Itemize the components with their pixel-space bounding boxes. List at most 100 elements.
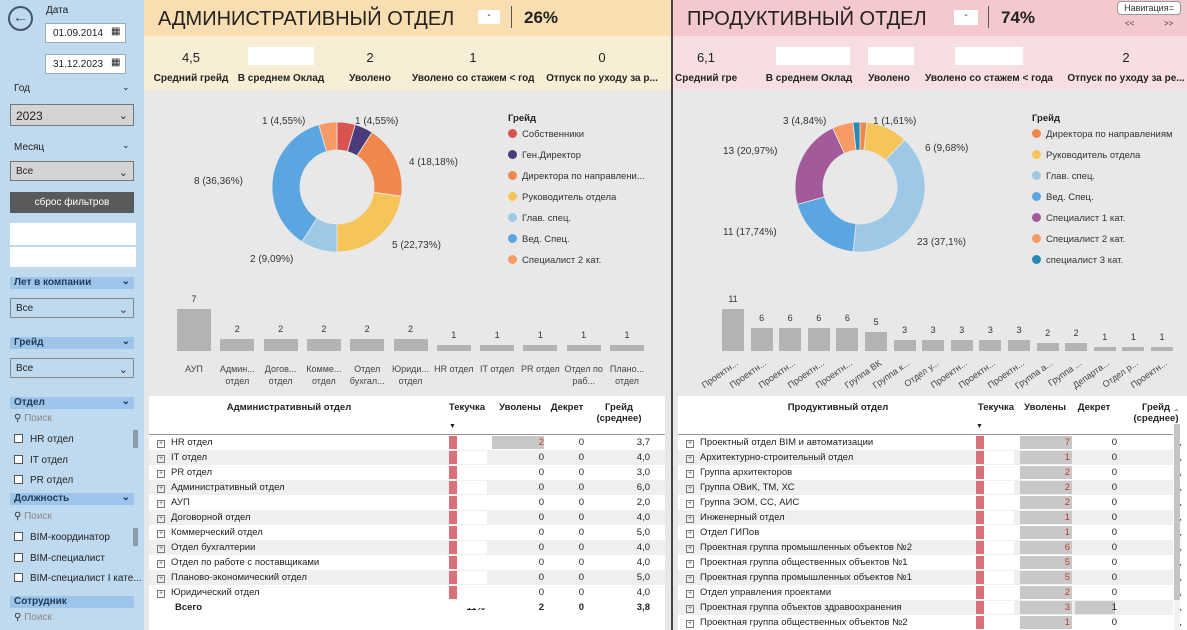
expand-plus-icon[interactable]: + bbox=[686, 500, 694, 508]
scrollbar[interactable] bbox=[133, 430, 138, 448]
table-row[interactable]: + Отдел бухгалтерии 0 0 4,0 bbox=[149, 540, 665, 555]
sort-desc-icon[interactable]: ▼ bbox=[976, 423, 983, 430]
scrollbar[interactable] bbox=[133, 528, 138, 546]
bar[interactable] bbox=[807, 328, 830, 351]
legend-item[interactable]: Ген.Директор bbox=[508, 150, 581, 161]
bar[interactable] bbox=[220, 339, 255, 351]
table-row[interactable]: +Отдел ГИПов104, bbox=[678, 525, 1182, 540]
expand-plus-icon[interactable]: + bbox=[686, 470, 694, 478]
bar[interactable] bbox=[480, 345, 515, 351]
bar[interactable] bbox=[1151, 347, 1173, 351]
department-option[interactable]: IT отдел bbox=[14, 455, 68, 466]
years-in-company-header[interactable]: Лет в компании ⌄ bbox=[10, 276, 134, 289]
calendar-icon[interactable]: ▦ bbox=[111, 57, 120, 68]
legend-item[interactable]: Директора по направлениям bbox=[1032, 129, 1173, 140]
department-option[interactable]: PR отдел bbox=[14, 475, 73, 486]
expand-plus-icon[interactable]: + bbox=[686, 590, 694, 598]
expand-plus-icon[interactable]: + bbox=[157, 455, 165, 463]
table-row[interactable]: +Архитектурно-строительный отдел103, bbox=[678, 450, 1182, 465]
table-row[interactable]: +Группа архитекторов205, bbox=[678, 465, 1182, 480]
table-row[interactable]: + Юридический отдел 0 0 4,0 bbox=[149, 585, 665, 600]
table-row[interactable]: + Отдел по работе с поставщиками 0 0 4,0 bbox=[149, 555, 665, 570]
calendar-icon[interactable]: ▦ bbox=[111, 26, 120, 37]
bar[interactable] bbox=[1093, 347, 1116, 351]
table-row[interactable]: + АУП 0 0 2,0 bbox=[149, 495, 665, 510]
column-header[interactable]: Уволены bbox=[1020, 402, 1070, 413]
table-row[interactable]: + Административный отдел 0 0 6,0 bbox=[149, 480, 665, 495]
legend-item[interactable]: Глав. спец. bbox=[508, 213, 571, 224]
table-row[interactable]: + Договорной отдел 0 0 4,0 bbox=[149, 510, 665, 525]
expand-plus-icon[interactable]: + bbox=[686, 515, 694, 523]
bar[interactable] bbox=[1008, 339, 1030, 351]
position-option[interactable]: BIM-координатор bbox=[14, 532, 110, 543]
department-option[interactable]: HR отдел bbox=[14, 434, 74, 445]
table-row[interactable]: +Инженерный отдел105, bbox=[678, 510, 1182, 525]
expand-plus-icon[interactable]: + bbox=[157, 515, 165, 523]
bar[interactable] bbox=[1036, 343, 1059, 351]
bar[interactable] bbox=[979, 339, 1002, 351]
legend-item[interactable]: Руководитель отдела bbox=[508, 192, 616, 203]
table-row[interactable]: + Планово-экономический отдел 0 0 5,0 bbox=[149, 570, 665, 585]
checkbox[interactable] bbox=[14, 532, 23, 541]
expand-plus-icon[interactable]: + bbox=[157, 575, 165, 583]
position-option[interactable]: BIM-специалист bbox=[14, 553, 105, 564]
employee-header[interactable]: Сотрудник bbox=[10, 596, 134, 608]
expand-plus-icon[interactable]: + bbox=[157, 470, 165, 478]
bar[interactable] bbox=[1065, 343, 1088, 351]
expand-plus-icon[interactable]: + bbox=[686, 605, 694, 613]
expand-plus-icon[interactable]: + bbox=[157, 500, 165, 508]
column-header[interactable]: Грейд (среднее) bbox=[589, 402, 649, 424]
column-header[interactable]: Административный отдел bbox=[189, 402, 389, 413]
expand-plus-icon[interactable]: + bbox=[686, 530, 694, 538]
grade-select[interactable]: Все ⌄ bbox=[10, 358, 134, 378]
table-row[interactable]: +Группа ОВиК, ТМ, ХС204, bbox=[678, 480, 1182, 495]
years-select[interactable]: Все ⌄ bbox=[10, 298, 134, 318]
table-row[interactable]: + IT отдел 0 0 4,0 bbox=[149, 450, 665, 465]
nav-next-button[interactable]: >> bbox=[1164, 19, 1173, 28]
expand-plus-icon[interactable]: + bbox=[686, 620, 694, 628]
column-header[interactable]: Продуктивный отдел bbox=[738, 402, 938, 413]
bar[interactable] bbox=[610, 345, 644, 351]
table-row[interactable]: +Проектный отдел BIM и автоматизации706, bbox=[678, 435, 1182, 450]
back-button[interactable]: ← bbox=[8, 6, 33, 31]
expand-plus-icon[interactable]: + bbox=[686, 440, 694, 448]
checkbox[interactable] bbox=[14, 553, 23, 562]
chevron-down-icon[interactable]: ⌄ bbox=[122, 82, 130, 93]
expand-plus-icon[interactable]: + bbox=[157, 545, 165, 553]
bar[interactable] bbox=[436, 345, 471, 351]
bar[interactable] bbox=[1122, 347, 1145, 351]
bar[interactable] bbox=[779, 328, 802, 351]
bar[interactable] bbox=[177, 309, 211, 351]
column-header[interactable]: Декрет bbox=[1074, 402, 1114, 413]
expand-plus-icon[interactable]: + bbox=[686, 575, 694, 583]
legend-item[interactable]: Собственники bbox=[508, 129, 584, 140]
expand-plus-icon[interactable]: + bbox=[157, 530, 165, 538]
bar[interactable] bbox=[523, 345, 558, 351]
reset-filters-button[interactable]: сброс фильтров bbox=[10, 192, 134, 213]
department-header[interactable]: Отдел ⌄ bbox=[10, 396, 134, 409]
table-row[interactable]: + Проектная группа промышленных объектов … bbox=[678, 540, 1182, 555]
bar[interactable] bbox=[836, 328, 859, 351]
nav-prev-button[interactable]: << bbox=[1125, 19, 1134, 28]
expand-plus-icon[interactable]: + bbox=[686, 455, 694, 463]
expand-plus-icon[interactable]: + bbox=[686, 560, 694, 568]
bar[interactable] bbox=[922, 339, 945, 351]
legend-item[interactable]: специалист 3 кат. bbox=[1032, 255, 1123, 266]
scroll-up-icon[interactable]: ⌃ bbox=[1173, 408, 1180, 417]
table-row[interactable]: + PR отдел 0 0 3,0 bbox=[149, 465, 665, 480]
expand-plus-icon[interactable]: + bbox=[157, 485, 165, 493]
checkbox[interactable] bbox=[14, 434, 23, 443]
bar[interactable] bbox=[263, 339, 298, 351]
bar[interactable] bbox=[722, 309, 744, 351]
expand-plus-icon[interactable]: + bbox=[157, 440, 165, 448]
donut-slice[interactable] bbox=[796, 196, 857, 253]
navigation-button[interactable]: Навигация= bbox=[1117, 1, 1181, 15]
bar[interactable] bbox=[350, 339, 385, 351]
checkbox[interactable] bbox=[14, 475, 23, 484]
column-header[interactable]: Уволены bbox=[495, 402, 545, 413]
legend-item[interactable]: Вед. Спец. bbox=[508, 234, 570, 245]
month-select[interactable]: Все ⌄ bbox=[10, 161, 134, 181]
expand-plus-icon[interactable]: + bbox=[157, 560, 165, 568]
bar[interactable] bbox=[566, 345, 601, 351]
table-row[interactable]: + Коммерческий отдел 0 0 5,0 bbox=[149, 525, 665, 540]
